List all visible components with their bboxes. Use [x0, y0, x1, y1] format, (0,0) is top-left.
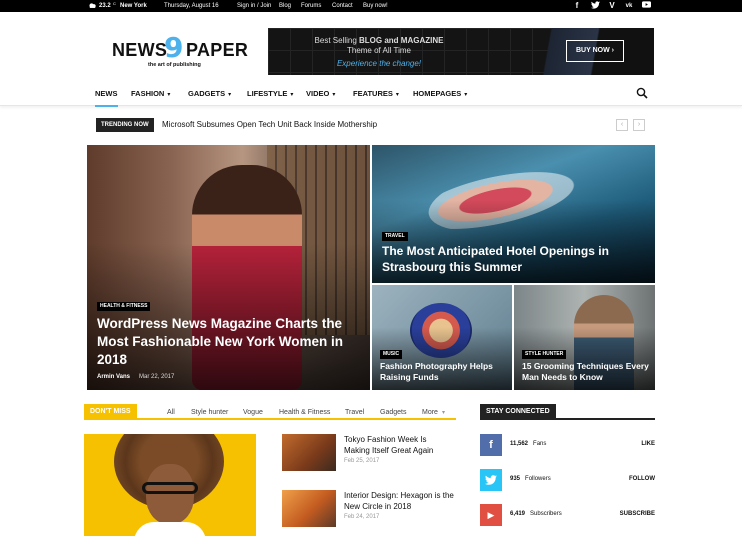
featured-bottom-right-title[interactable]: 15 Grooming Techniques Every Man Needs t… [522, 361, 650, 383]
dont-miss-label: DON'T MISS [84, 404, 137, 420]
facebook-icon[interactable]: f [572, 1, 582, 11]
youtube-subscribe-button[interactable]: SUBSCRIBE [620, 511, 655, 517]
featured-top-right-category[interactable]: TRAVEL [382, 232, 408, 241]
featured-big-author[interactable]: Armin Vans [97, 374, 130, 380]
dont-miss-article-1-title[interactable]: Tokyo Fashion Week Is Making Itself Grea… [344, 434, 454, 456]
trending-prev-button[interactable]: ‹ [616, 119, 628, 131]
dont-miss-feature-shirt [134, 522, 206, 536]
twitter-icon[interactable] [480, 469, 502, 491]
ad-line-1: Best Selling BLOG and MAGAZINE [314, 36, 444, 45]
ad-line-2: Theme of All Time [346, 46, 412, 55]
weather-city: New York [120, 3, 147, 9]
top-bar: 23.2 C New York Thursday, August 16 Sign… [0, 0, 742, 12]
dont-miss-tab-health-fitness[interactable]: Health & Fitness [279, 409, 330, 416]
twitter-count: 935 Followers [510, 476, 551, 482]
dont-miss-tab-all[interactable]: All [167, 409, 175, 416]
youtube-icon[interactable]: ▶ [480, 504, 502, 526]
nav-lifestyle[interactable]: LIFESTYLE ▾ [247, 89, 293, 98]
facebook-count: 11,562 Fans [510, 441, 547, 447]
weather-cloud-icon [89, 3, 96, 8]
vimeo-icon[interactable]: V [607, 1, 617, 11]
nav-video[interactable]: VIDEO ▾ [306, 89, 335, 98]
featured-big-category[interactable]: HEALTH & FITNESS [97, 302, 151, 311]
trending-headline-link[interactable]: Microsoft Subsumes Open Tech Unit Back I… [162, 120, 377, 129]
temperature: 23.2 [99, 3, 111, 9]
nav-news[interactable]: NEWS [95, 89, 118, 107]
facebook-like-button[interactable]: LIKE [641, 441, 655, 447]
logo-nine: 9 [164, 31, 184, 64]
featured-bottom-right-category[interactable]: STYLE HUNTER [522, 350, 567, 359]
featured-bottom-left-category[interactable]: MUSIC [380, 350, 403, 359]
featured-top-right-title[interactable]: The Most Anticipated Hotel Openings in S… [382, 243, 642, 275]
featured-top-right-tile[interactable]: TRAVEL The Most Anticipated Hotel Openin… [372, 145, 655, 283]
featured-bottom-left-title[interactable]: Fashion Photography Helps Raising Funds [380, 361, 505, 383]
featured-big-date: Mar 22, 2017 [139, 374, 175, 380]
forums-link[interactable]: Forums [301, 2, 321, 10]
blog-link[interactable]: Blog [279, 2, 291, 10]
dont-miss-feature-image[interactable] [84, 434, 256, 536]
article-1-image [282, 434, 336, 471]
dont-miss-tab-gadgets[interactable]: Gadgets [380, 409, 406, 416]
nav-homepages[interactable]: HOMEPAGES ▾ [413, 89, 467, 98]
social-row-facebook[interactable]: f 11,562 Fans LIKE [480, 434, 655, 456]
contact-link[interactable]: Contact [332, 2, 353, 10]
chevron-down-icon: ▾ [290, 92, 294, 98]
nav-fashion[interactable]: FASHION ▾ [131, 89, 170, 98]
main-nav: NEWS FASHION ▾ GADGETS ▾ LIFESTYLE ▾ VIDEO ▾… [0, 82, 742, 107]
buy-now-link[interactable]: Buy now! [363, 2, 388, 10]
chevron-down-icon: ▾ [395, 92, 399, 98]
twitter-icon[interactable] [590, 1, 600, 11]
dont-miss-tab-travel[interactable]: Travel [345, 409, 364, 416]
featured-big-tile[interactable]: HEALTH & FITNESS WordPress News Magazine… [87, 145, 370, 390]
featured-bottom-right-tile[interactable]: STYLE HUNTER 15 Grooming Techniques Ever… [514, 285, 655, 390]
vk-icon[interactable]: vk [624, 1, 634, 11]
logo-tagline: the art of publishing [148, 62, 201, 68]
dont-miss-article-2-title[interactable]: Interior Design: Hexagon is the New Circ… [344, 490, 454, 512]
chevron-down-icon: ▾ [464, 92, 468, 98]
current-date: Thursday, August 16 [164, 3, 219, 9]
trending-now-label: TRENDING NOW [96, 118, 154, 132]
dont-miss-article-1-date: Feb 25, 2017 [344, 458, 380, 464]
youtube-count: 6,419 Subscribers [510, 511, 562, 517]
chevron-down-icon: ▾ [228, 92, 232, 98]
social-row-twitter[interactable]: 935 Followers FOLLOW [480, 469, 655, 491]
trending-next-button[interactable]: › [633, 119, 645, 131]
temperature-unit[interactable]: C [113, 0, 116, 8]
stay-connected-label: STAY CONNECTED [480, 404, 556, 420]
chevron-down-icon: ▾ [441, 410, 445, 416]
sign-in-link[interactable]: Sign in / Join [237, 2, 271, 10]
dont-miss-tab-vogue[interactable]: Vogue [243, 409, 263, 416]
ad-line-3: Experience the change! [336, 59, 422, 68]
facebook-icon[interactable]: f [480, 434, 502, 456]
chevron-down-icon: ▾ [167, 92, 171, 98]
ad-buy-now-button-overlay[interactable]: BUY NOW › [566, 40, 624, 62]
social-row-youtube[interactable]: ▶ 6,419 Subscribers SUBSCRIBE [480, 504, 655, 526]
twitter-follow-button[interactable]: FOLLOW [629, 476, 655, 482]
logo-word-news: NEWS [112, 40, 168, 60]
featured-big-title[interactable]: WordPress News Magazine Charts the Most … [97, 315, 347, 369]
nav-gadgets[interactable]: GADGETS ▾ [188, 89, 231, 98]
search-icon[interactable] [636, 87, 648, 99]
dont-miss-article-2-date: Feb 24, 2017 [344, 514, 380, 520]
nav-features[interactable]: FEATURES ▾ [353, 89, 399, 98]
featured-bottom-left-tile[interactable]: MUSIC Fashion Photography Helps Raising … [372, 285, 512, 390]
dont-miss-tab-style-hunter[interactable]: Style hunter [191, 409, 228, 416]
dont-miss-tab-more[interactable]: More ▾ [422, 409, 445, 416]
dont-miss-article-1-thumb[interactable] [282, 434, 336, 471]
article-2-image [282, 490, 336, 527]
dont-miss-feature-face [146, 464, 194, 524]
glasses-icon [142, 482, 198, 494]
chevron-down-icon: ▾ [332, 92, 336, 98]
logo-word-paper: PAPER [186, 40, 249, 60]
youtube-icon[interactable] [641, 1, 651, 11]
site-logo[interactable]: NEWS 9 PAPER the art of publishing [112, 31, 248, 72]
header-ad-banner[interactable]: Best Selling BLOG and MAGAZINE Theme of … [268, 28, 654, 75]
dont-miss-underline [84, 418, 456, 420]
dont-miss-article-2-thumb[interactable] [282, 490, 336, 527]
